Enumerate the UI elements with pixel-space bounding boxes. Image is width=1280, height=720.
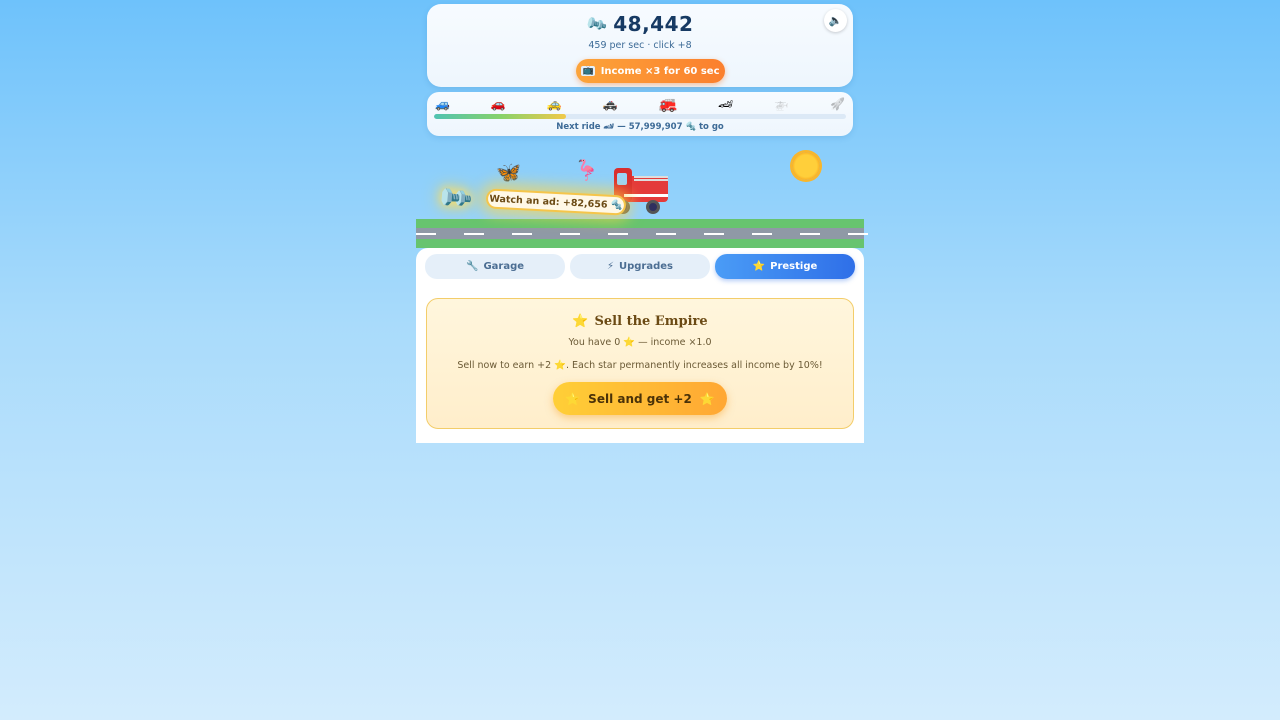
income-boost-label: Income ×3 for 60 sec — [600, 65, 720, 77]
lane-dash — [800, 233, 820, 235]
rate-text: 459 per sec · click +8 — [588, 40, 692, 51]
sell-empire-button[interactable]: ⭐ Sell and get +2 ⭐ — [553, 382, 727, 415]
star-icon: ⭐ — [752, 261, 766, 272]
ride-progress-card: 🚙 🚗 🚕 🚓 🚒 🏎 🚁 🚀 Next ride 🏎 — 57,999,907 🔩 to g… — [427, 92, 853, 136]
lane-dash — [656, 233, 676, 235]
score-value: 48,442 — [613, 12, 694, 36]
lane-dash — [608, 233, 628, 235]
road-scene[interactable]: 🦋 🦩 🔩 Watch an ad: +82,656 🔩 — [416, 140, 868, 250]
sun-icon — [792, 152, 820, 180]
bolt-icon: 🔩 — [583, 11, 609, 37]
prestige-description: Sell now to earn +2 ⭐. Each star permane… — [457, 360, 823, 371]
rocket-icon: 🚀 — [830, 97, 845, 111]
lane-dash — [464, 233, 484, 235]
game-container: 🔩 48,442 459 per sec · click +8 🔈 📺 Inco… — [416, 0, 868, 443]
lightning-icon: ⚡ — [606, 261, 614, 272]
red-car-icon: 🚗 — [490, 97, 506, 111]
tv-icon: 📺 — [581, 66, 595, 76]
stars-owned-text: You have 0 ⭐ — income ×1.0 — [568, 337, 712, 348]
helicopter-icon: 🚁 — [774, 97, 790, 111]
tab-garage[interactable]: 🔧 Garage — [425, 254, 565, 279]
sell-button-label: Sell and get +2 — [588, 391, 692, 406]
tab-upgrades[interactable]: ⚡ Upgrades — [570, 254, 710, 279]
ride-list: 🚙 🚗 🚕 🚓 🚒 🏎 🚁 🚀 — [435, 96, 845, 112]
watch-ad-button[interactable]: Watch an ad: +82,656 🔩 — [485, 188, 627, 216]
blue-car-icon: 🚙 — [435, 97, 450, 111]
truck-window — [617, 173, 627, 185]
race-car-icon: 🏎 — [718, 97, 734, 111]
tab-prestige[interactable]: ⭐ Prestige — [715, 254, 855, 279]
truck-ladder — [634, 176, 668, 181]
lane-dash — [560, 233, 580, 235]
prestige-title: ⭐ Sell the Empire — [427, 314, 853, 329]
tab-label: Prestige — [770, 261, 818, 272]
sound-button[interactable]: 🔈 — [824, 9, 847, 32]
speaker-icon: 🔈 — [828, 14, 843, 27]
lane-dash — [704, 233, 724, 235]
progress-fill — [434, 114, 566, 119]
progress-bar — [434, 114, 846, 119]
prestige-title-text: Sell the Empire — [594, 314, 708, 329]
truck-stripe — [624, 194, 668, 197]
wrench-icon[interactable]: 🔩 — [434, 178, 475, 219]
prestige-card: ⭐ Sell the Empire You have 0 ⭐ — income … — [426, 298, 854, 429]
butterfly-icon: 🦋 — [496, 160, 521, 184]
lane-dash — [848, 233, 868, 235]
star-icon: ⭐ — [572, 314, 589, 329]
score-card: 🔩 48,442 459 per sec · click +8 🔈 📺 Inco… — [427, 4, 853, 87]
fire-truck-icon: 🚒 — [658, 95, 678, 113]
next-ride-text: Next ride 🏎 — 57,999,907 🔩 to go — [556, 122, 724, 132]
taxi-icon: 🚕 — [546, 97, 562, 111]
tab-label: Garage — [483, 261, 525, 272]
truck-wheel — [646, 200, 660, 214]
lane-dash — [752, 233, 772, 235]
lane-dash — [512, 233, 532, 235]
bottom-panel: 🔧 Garage ⚡ Upgrades ⭐ Prestige ⭐ Sell th… — [416, 248, 864, 443]
wrench-icon: 🔧 — [465, 261, 479, 272]
lane-dash — [416, 233, 436, 235]
score-row: 🔩 48,442 — [427, 11, 853, 37]
star-icon: ⭐ — [565, 391, 581, 406]
flamingo-icon: 🦩 — [574, 158, 599, 182]
star-icon: ⭐ — [699, 391, 715, 406]
income-boost-button[interactable]: 📺 Income ×3 for 60 sec — [576, 59, 725, 83]
tab-bar: 🔧 Garage ⚡ Upgrades ⭐ Prestige — [425, 254, 855, 279]
police-car-icon: 🚓 — [602, 97, 618, 111]
tab-label: Upgrades — [619, 261, 674, 272]
